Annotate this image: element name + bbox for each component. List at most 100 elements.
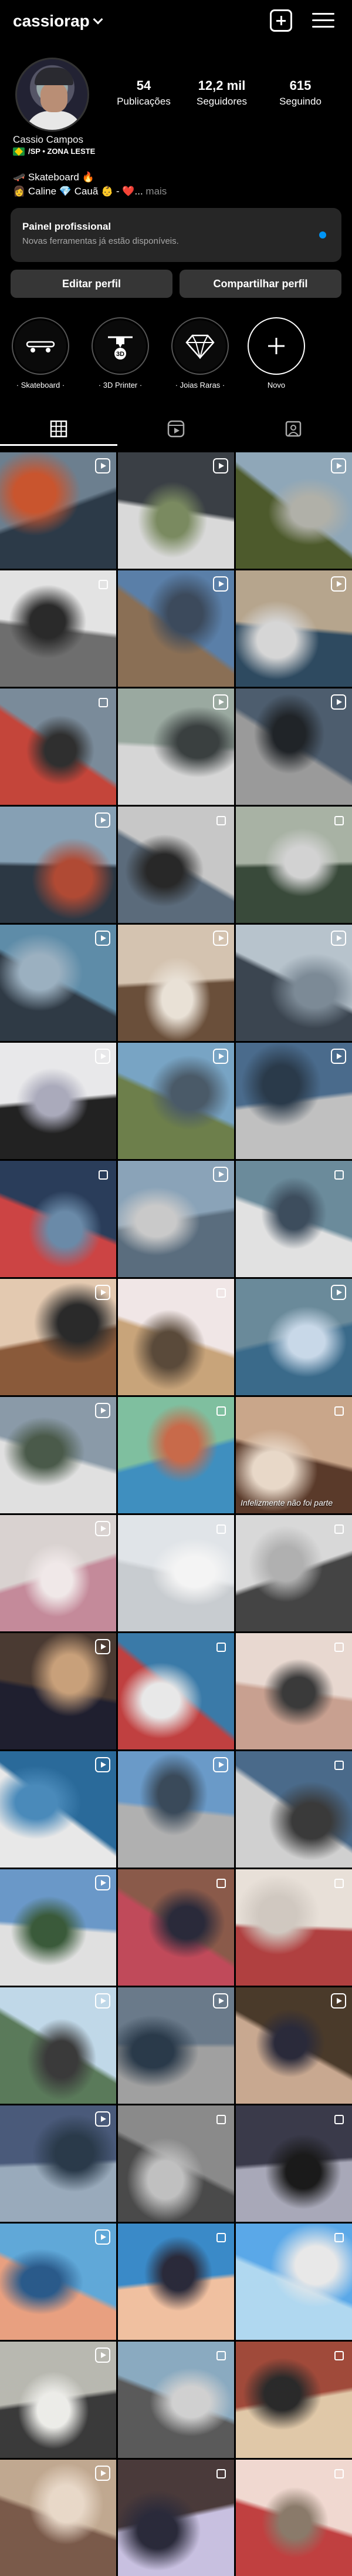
edit-profile-button[interactable]: Editar perfil xyxy=(11,270,172,298)
reel-icon xyxy=(331,931,346,946)
grid-post[interactable] xyxy=(0,688,116,805)
grid-post[interactable] xyxy=(236,570,352,687)
grid-post[interactable] xyxy=(118,1161,234,1277)
grid-post[interactable] xyxy=(118,2460,234,2576)
grid-post[interactable] xyxy=(236,2342,352,2458)
grid-post[interactable] xyxy=(118,1397,234,1513)
grid-post[interactable] xyxy=(118,1633,234,1749)
grid-post[interactable] xyxy=(118,2224,234,2340)
highlight-joias-raras[interactable]: · Joias Raras · xyxy=(169,317,231,389)
grid-post[interactable] xyxy=(236,1869,352,1986)
grid-post[interactable] xyxy=(0,1161,116,1277)
stat-posts[interactable]: 54 Publicações xyxy=(109,78,179,108)
grid-post[interactable] xyxy=(0,2460,116,2576)
grid-post[interactable] xyxy=(0,570,116,687)
grid-post[interactable] xyxy=(0,1987,116,2104)
grid-post[interactable] xyxy=(118,807,234,923)
grid-post[interactable] xyxy=(118,452,234,569)
reel-icon xyxy=(331,458,346,473)
grid-post[interactable] xyxy=(0,1043,116,1159)
grid-post[interactable] xyxy=(118,1869,234,1986)
carousel-icon xyxy=(213,812,228,828)
grid-post[interactable] xyxy=(118,1987,234,2104)
grid-post[interactable] xyxy=(0,2342,116,2458)
reel-icon xyxy=(95,1285,110,1300)
avatar[interactable] xyxy=(15,58,89,132)
username: cassiorap xyxy=(13,12,90,30)
grid-post[interactable] xyxy=(236,1515,352,1631)
grid-post[interactable] xyxy=(236,688,352,805)
tab-grid[interactable] xyxy=(0,411,117,446)
brazil-flag-icon xyxy=(13,147,25,156)
grid-post[interactable] xyxy=(236,1751,352,1868)
carousel-icon xyxy=(213,2347,228,2363)
chevron-down-icon xyxy=(93,14,103,25)
grid-post[interactable] xyxy=(236,2460,352,2576)
grid-post[interactable] xyxy=(118,2342,234,2458)
reel-icon xyxy=(95,1757,110,1772)
grid-post[interactable] xyxy=(236,2105,352,2222)
grid-post[interactable] xyxy=(236,452,352,569)
grid-post[interactable] xyxy=(0,2224,116,2340)
grid-post[interactable] xyxy=(0,1751,116,1868)
carousel-icon xyxy=(331,1639,346,1654)
create-post-icon[interactable] xyxy=(270,9,292,32)
bio-line-1: 🛹 Skateboard 🔥 xyxy=(13,172,94,183)
carousel-icon xyxy=(213,1403,228,1418)
grid-post[interactable] xyxy=(0,452,116,569)
grid-post[interactable] xyxy=(236,1987,352,2104)
stat-followers[interactable]: 12,2 mil Seguidores xyxy=(187,78,257,108)
grid-post[interactable] xyxy=(118,1751,234,1868)
grid-post[interactable]: Infelizmente não foi parte xyxy=(236,1397,352,1513)
grid-post[interactable] xyxy=(236,807,352,923)
menu-icon[interactable] xyxy=(312,9,334,32)
grid-post[interactable] xyxy=(236,1161,352,1277)
grid-post[interactable] xyxy=(0,925,116,1041)
highlight-skateboard-label: Skateboard xyxy=(21,381,60,389)
highlight-new[interactable]: Novo xyxy=(245,317,307,389)
tab-reels[interactable] xyxy=(117,411,235,446)
highlight-new-label: Novo xyxy=(267,381,286,389)
grid-post[interactable] xyxy=(0,807,116,923)
grid-post[interactable] xyxy=(118,1043,234,1159)
reel-icon xyxy=(331,1993,346,2009)
tab-tagged[interactable] xyxy=(235,411,352,446)
reel-icon xyxy=(95,458,110,473)
carousel-icon xyxy=(331,1757,346,1772)
bio-more-link[interactable]: mais xyxy=(143,186,167,197)
grid-post[interactable] xyxy=(236,1279,352,1395)
reel-icon xyxy=(95,2347,110,2363)
professional-dashboard[interactable]: Painel profissional Novas ferramentas já… xyxy=(11,208,341,262)
grid-post[interactable] xyxy=(0,1397,116,1513)
grid-post[interactable] xyxy=(118,1515,234,1631)
grid-post[interactable] xyxy=(118,925,234,1041)
grid-post[interactable] xyxy=(236,1043,352,1159)
reel-icon xyxy=(95,2229,110,2245)
grid-post[interactable] xyxy=(0,1869,116,1986)
username-switcher[interactable]: cassiorap xyxy=(13,12,103,31)
grid-post[interactable] xyxy=(0,1515,116,1631)
diamond-icon xyxy=(185,334,215,359)
grid-post[interactable] xyxy=(118,2105,234,2222)
carousel-icon xyxy=(331,1521,346,1536)
carousel-icon xyxy=(213,2111,228,2127)
carousel-icon xyxy=(331,2111,346,2127)
grid-post[interactable] xyxy=(236,2224,352,2340)
grid-post[interactable] xyxy=(118,1279,234,1395)
highlight-joias-label: Joias Raras xyxy=(180,381,221,389)
skateboard-icon xyxy=(26,341,55,352)
highlight-skateboard[interactable]: · Skateboard · xyxy=(9,317,72,389)
share-profile-button[interactable]: Compartilhar perfil xyxy=(180,270,341,298)
grid-icon xyxy=(50,420,67,438)
grid-post[interactable] xyxy=(0,1279,116,1395)
highlight-3d-printer[interactable]: 3D · 3D Printer · xyxy=(89,317,151,389)
grid-post[interactable] xyxy=(0,1633,116,1749)
stat-following[interactable]: 615 Seguindo xyxy=(265,78,336,108)
reel-icon xyxy=(95,1639,110,1654)
grid-post[interactable] xyxy=(118,688,234,805)
active-tab-indicator xyxy=(0,444,117,446)
grid-post[interactable] xyxy=(0,2105,116,2222)
grid-post[interactable] xyxy=(236,1633,352,1749)
grid-post[interactable] xyxy=(236,925,352,1041)
grid-post[interactable] xyxy=(118,570,234,687)
